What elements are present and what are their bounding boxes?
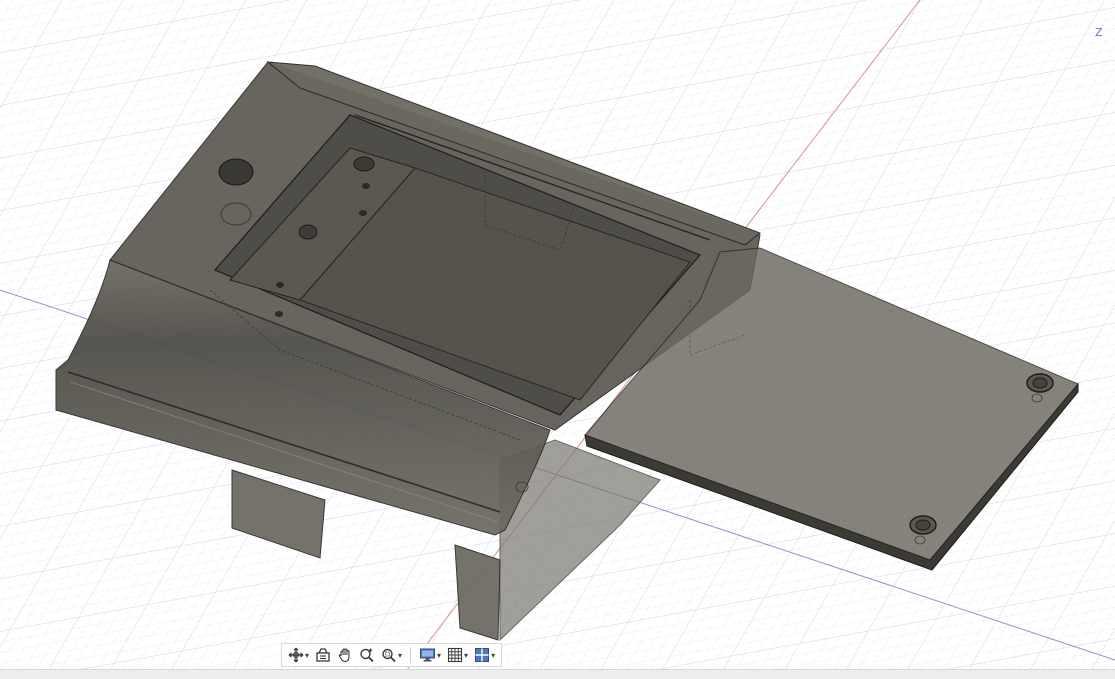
orbit-button[interactable]: ▾	[286, 644, 311, 666]
design-viewport[interactable]	[0, 0, 1115, 679]
zoom-button[interactable]	[357, 644, 377, 666]
housing-foot-right	[454, 544, 501, 641]
orbit-dropdown-caret[interactable]: ▾	[305, 651, 309, 660]
zoom-dropdown-caret[interactable]: ▾	[398, 651, 402, 660]
view-cube[interactable]: Z	[1091, 22, 1115, 48]
zoom-icon	[360, 648, 374, 663]
toolbar-separator	[410, 647, 412, 663]
fusion-app: Z ▾ ▾ ▾ ▾ ▾	[0, 0, 1115, 679]
display-dropdown-caret[interactable]: ▾	[437, 651, 441, 660]
zoom-window-icon	[382, 648, 396, 663]
display-settings-button[interactable]: ▾	[417, 644, 443, 666]
cavity-hole-6	[275, 311, 283, 317]
lid-screw-hole-top-inner	[1032, 377, 1048, 389]
cavity-hole-1	[353, 156, 375, 172]
look-at-icon	[316, 648, 330, 662]
zoom-window-button[interactable]: ▾	[379, 644, 404, 666]
hand-icon	[338, 648, 350, 663]
status-bar	[0, 669, 1115, 679]
grid-icon	[447, 647, 463, 663]
orbit-icon	[288, 647, 304, 663]
viewports-dropdown-caret[interactable]: ▾	[491, 651, 495, 660]
cavity-hole-4	[359, 210, 367, 216]
lid-screw-hole-bottom-inner	[915, 519, 931, 531]
grid-dropdown-caret[interactable]: ▾	[464, 651, 468, 660]
cavity-hole-2	[298, 224, 318, 240]
navigation-toolbar: ▾ ▾ ▾ ▾ ▾	[281, 643, 503, 667]
look-at-button[interactable]	[313, 644, 333, 666]
viewports-button[interactable]: ▾	[472, 644, 497, 666]
z-axis-label: Z	[1095, 26, 1103, 39]
cavity-hole-3	[362, 183, 370, 189]
cavity-hole-5	[276, 282, 284, 288]
mounting-hole-large	[218, 158, 254, 186]
grid-snap-button[interactable]: ▾	[445, 644, 470, 666]
viewports-icon	[475, 648, 490, 662]
monitor-icon	[420, 648, 436, 662]
pan-button[interactable]	[335, 644, 355, 666]
